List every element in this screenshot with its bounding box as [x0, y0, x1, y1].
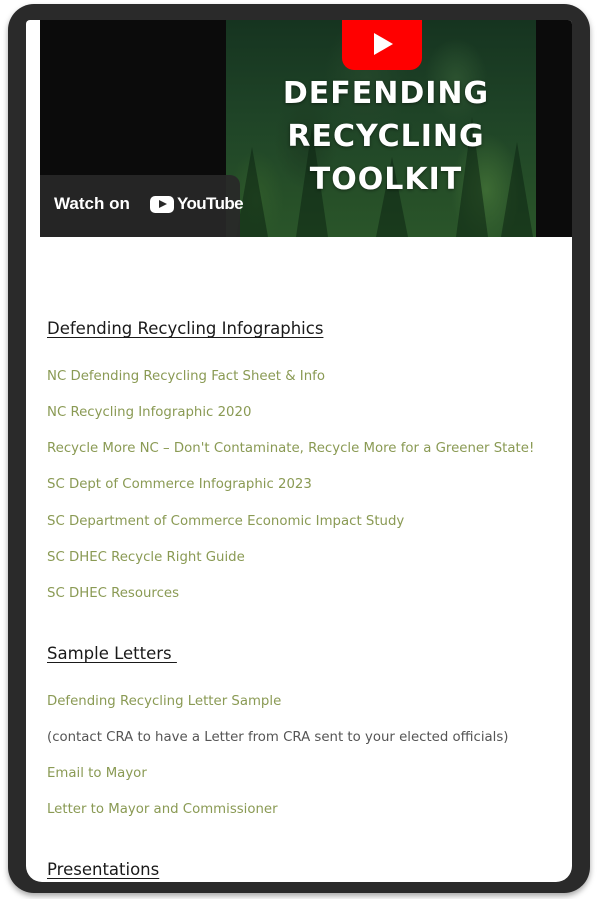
- video-title-line: DEFENDING: [282, 76, 490, 111]
- link-email-to-mayor[interactable]: Email to Mayor: [47, 766, 147, 781]
- link-recycle-more-nc[interactable]: Recycle More NC – Don't Contaminate, Rec…: [47, 441, 534, 456]
- youtube-video-embed[interactable]: DEFENDING RECYCLING TOOLKIT Watch on You…: [40, 20, 572, 237]
- video-title-line: RECYCLING: [287, 119, 485, 154]
- video-title-line: TOOLKIT: [309, 162, 463, 197]
- link-nc-infographic-2020[interactable]: NC Recycling Infographic 2020: [47, 405, 251, 420]
- thumbnail-tree: [236, 147, 268, 237]
- infographics-heading: Defending Recycling Infographics: [47, 319, 324, 338]
- phone-frame: DEFENDING RECYCLING TOOLKIT Watch on You…: [8, 4, 590, 893]
- link-letter-mayor-commissioner[interactable]: Letter to Mayor and Commissioner: [47, 802, 278, 817]
- link-sc-dhec-resources[interactable]: SC DHEC Resources: [47, 586, 179, 601]
- youtube-play-icon: [150, 196, 174, 213]
- presentations-heading: Presentations: [47, 860, 160, 879]
- youtube-play-button[interactable]: [342, 20, 422, 70]
- watch-on-youtube-button[interactable]: Watch on YouTube: [40, 175, 244, 237]
- page-viewport[interactable]: DEFENDING RECYCLING TOOLKIT Watch on You…: [26, 20, 572, 882]
- link-nc-fact-sheet[interactable]: NC Defending Recycling Fact Sheet & Info: [47, 369, 325, 384]
- youtube-logo-text: YouTube: [177, 194, 244, 213]
- link-letter-sample[interactable]: Defending Recycling Letter Sample: [47, 694, 281, 709]
- link-sc-commerce-impact-study[interactable]: SC Department of Commerce Economic Impac…: [47, 514, 404, 529]
- video-title: DEFENDING RECYCLING TOOLKIT: [266, 72, 506, 201]
- contact-cra-note: (contact CRA to have a Letter from CRA s…: [47, 730, 509, 745]
- watch-on-label: Watch on: [54, 194, 130, 213]
- link-sc-commerce-infographic-2023[interactable]: SC Dept of Commerce Infographic 2023: [47, 477, 312, 492]
- link-sc-dhec-recycle-right[interactable]: SC DHEC Recycle Right Guide: [47, 550, 245, 565]
- sample-letters-heading: Sample Letters: [47, 644, 177, 663]
